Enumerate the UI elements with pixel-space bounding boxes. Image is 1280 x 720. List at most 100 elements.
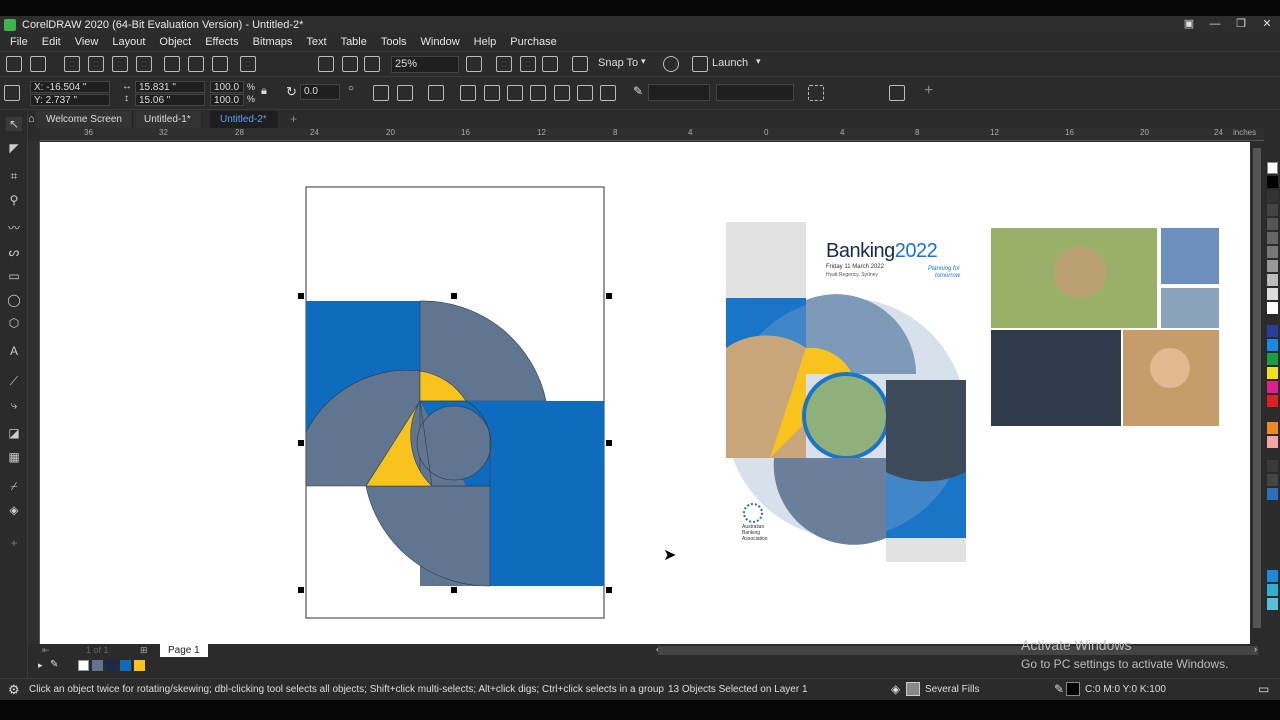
zoom-to-page-icon[interactable] xyxy=(466,56,482,72)
pick-tool-icon[interactable]: ↖ xyxy=(6,117,22,131)
mirror-horizontal-icon[interactable] xyxy=(373,85,389,101)
snap-to-dropdown[interactable]: Snap To xyxy=(598,57,638,69)
mirror-vertical-icon[interactable] xyxy=(397,85,413,101)
swatch-grey[interactable] xyxy=(1267,232,1278,244)
display-settings-icon[interactable]: ▭ xyxy=(1258,682,1269,696)
rectangle-tool-icon[interactable]: ▭ xyxy=(6,269,22,283)
swatch-cyan[interactable] xyxy=(1267,598,1278,610)
freehand-tool-icon[interactable]: 〰 xyxy=(6,221,22,235)
swatch-yellow[interactable] xyxy=(1267,367,1278,379)
parallel-dimension-icon[interactable]: ⟋ xyxy=(6,374,22,388)
snap-icon[interactable] xyxy=(572,56,588,72)
swatch-blue[interactable] xyxy=(1267,488,1278,500)
print-icon[interactable] xyxy=(136,56,152,72)
import-icon[interactable] xyxy=(318,56,334,72)
artistic-media-icon[interactable]: ᔕ xyxy=(6,245,22,259)
outline-swatch[interactable] xyxy=(1066,682,1080,696)
doc-swatch-navy[interactable] xyxy=(106,660,117,671)
menu-purchase[interactable]: Purchase xyxy=(510,36,556,48)
fill-swatch[interactable] xyxy=(906,682,920,696)
ellipse-tool-icon[interactable]: ◯ xyxy=(6,293,22,307)
x-position-field[interactable]: X: -16.504 " xyxy=(30,81,110,93)
swatch-grey[interactable] xyxy=(1267,218,1278,230)
show-grid-icon[interactable] xyxy=(520,56,536,72)
settings-gear-icon[interactable]: ⚙ xyxy=(8,682,20,698)
copy-icon[interactable] xyxy=(188,56,204,72)
swatch-black[interactable] xyxy=(1267,176,1278,188)
intersect-icon[interactable] xyxy=(507,85,523,101)
swatch-grey[interactable] xyxy=(1267,190,1278,202)
cloud-upload-icon[interactable] xyxy=(88,56,104,72)
menu-help[interactable]: Help xyxy=(474,36,497,48)
weld-icon[interactable] xyxy=(460,85,476,101)
add-page-icon[interactable]: ⊞ xyxy=(140,645,148,656)
interactive-fill-icon[interactable]: ◈ xyxy=(6,503,22,517)
swatch-orange[interactable] xyxy=(1267,422,1278,434)
swatch-dark[interactable] xyxy=(1267,460,1278,472)
menu-table[interactable]: Table xyxy=(341,36,367,48)
new-tab-icon[interactable]: + xyxy=(290,112,297,126)
swatch-cyan[interactable] xyxy=(1267,584,1278,596)
new-document-icon[interactable] xyxy=(6,56,22,72)
swatch-grey[interactable] xyxy=(1267,260,1278,272)
menu-file[interactable]: File xyxy=(10,36,28,48)
menu-effects[interactable]: Effects xyxy=(205,36,238,48)
swatch-blue[interactable] xyxy=(1267,339,1278,351)
zoom-tool-icon[interactable]: ⚲ xyxy=(6,193,22,207)
cloud-download-icon[interactable] xyxy=(112,56,128,72)
save-icon[interactable] xyxy=(64,56,80,72)
swatch-pink[interactable] xyxy=(1267,436,1278,448)
trim-icon[interactable] xyxy=(484,85,500,101)
vertical-scrollbar[interactable] xyxy=(1250,142,1264,644)
menu-edit[interactable]: Edit xyxy=(42,36,61,48)
horizontal-scrollbar[interactable] xyxy=(658,646,1258,655)
undo-icon[interactable] xyxy=(240,56,256,72)
align-distribute-icon[interactable] xyxy=(889,85,905,101)
export-icon[interactable] xyxy=(342,56,358,72)
front-minus-back-icon[interactable] xyxy=(554,85,570,101)
outline-width-select[interactable] xyxy=(648,84,710,101)
scroll-thumb[interactable] xyxy=(1253,148,1261,628)
eyedropper-icon[interactable]: ⌿ xyxy=(6,479,22,493)
open-icon[interactable] xyxy=(30,56,46,72)
object-height-field[interactable]: 15.06 " xyxy=(135,94,205,106)
first-page-icon[interactable]: ⇤ xyxy=(42,645,50,656)
group-icon[interactable] xyxy=(428,85,444,101)
minimize-button[interactable]: — xyxy=(1202,16,1228,33)
close-button[interactable]: ✕ xyxy=(1254,16,1280,33)
show-guidelines-icon[interactable] xyxy=(542,56,558,72)
menu-object[interactable]: Object xyxy=(159,36,191,48)
menu-view[interactable]: View xyxy=(75,36,99,48)
palette-expand-icon[interactable]: ▸ xyxy=(38,660,43,671)
menu-window[interactable]: Window xyxy=(421,36,460,48)
options-gear-icon[interactable] xyxy=(663,56,679,72)
y-position-field[interactable]: Y: 2.737 " xyxy=(30,94,110,106)
object-width-field[interactable]: 15.831 " xyxy=(135,81,205,93)
zoom-level-select[interactable]: 25% xyxy=(391,56,459,73)
object-origin-icon[interactable] xyxy=(4,85,20,101)
rotation-angle-field[interactable]: 0.0 xyxy=(300,84,340,100)
swatch-grey[interactable] xyxy=(1267,288,1278,300)
no-fill-swatch[interactable] xyxy=(78,660,89,671)
swatch-grey[interactable] xyxy=(1267,204,1278,216)
launch-icon[interactable] xyxy=(692,56,708,72)
tab-untitled-2[interactable]: Untitled-2* xyxy=(210,111,278,128)
swatch-grey[interactable] xyxy=(1267,246,1278,258)
transparency-icon[interactable]: ▦ xyxy=(6,450,22,464)
swatch-white[interactable] xyxy=(1267,302,1278,314)
swatch-red[interactable] xyxy=(1267,395,1278,407)
page-tab[interactable]: Page 1 xyxy=(160,644,208,657)
line-style-select[interactable] xyxy=(716,84,794,101)
cut-icon[interactable] xyxy=(164,56,180,72)
add-tool-icon[interactable]: + xyxy=(6,536,22,550)
maximize-button[interactable]: ❐ xyxy=(1228,16,1254,33)
menu-tools[interactable]: Tools xyxy=(381,36,407,48)
create-boundary-icon[interactable] xyxy=(600,85,616,101)
menu-bitmaps[interactable]: Bitmaps xyxy=(253,36,293,48)
swatch-navy[interactable] xyxy=(1267,325,1278,337)
home-icon[interactable]: ⌂ xyxy=(28,113,35,125)
menu-layout[interactable]: Layout xyxy=(112,36,145,48)
add-icon[interactable]: + xyxy=(924,82,933,100)
swatch-grey[interactable] xyxy=(1267,274,1278,286)
publish-pdf-icon[interactable] xyxy=(364,56,380,72)
